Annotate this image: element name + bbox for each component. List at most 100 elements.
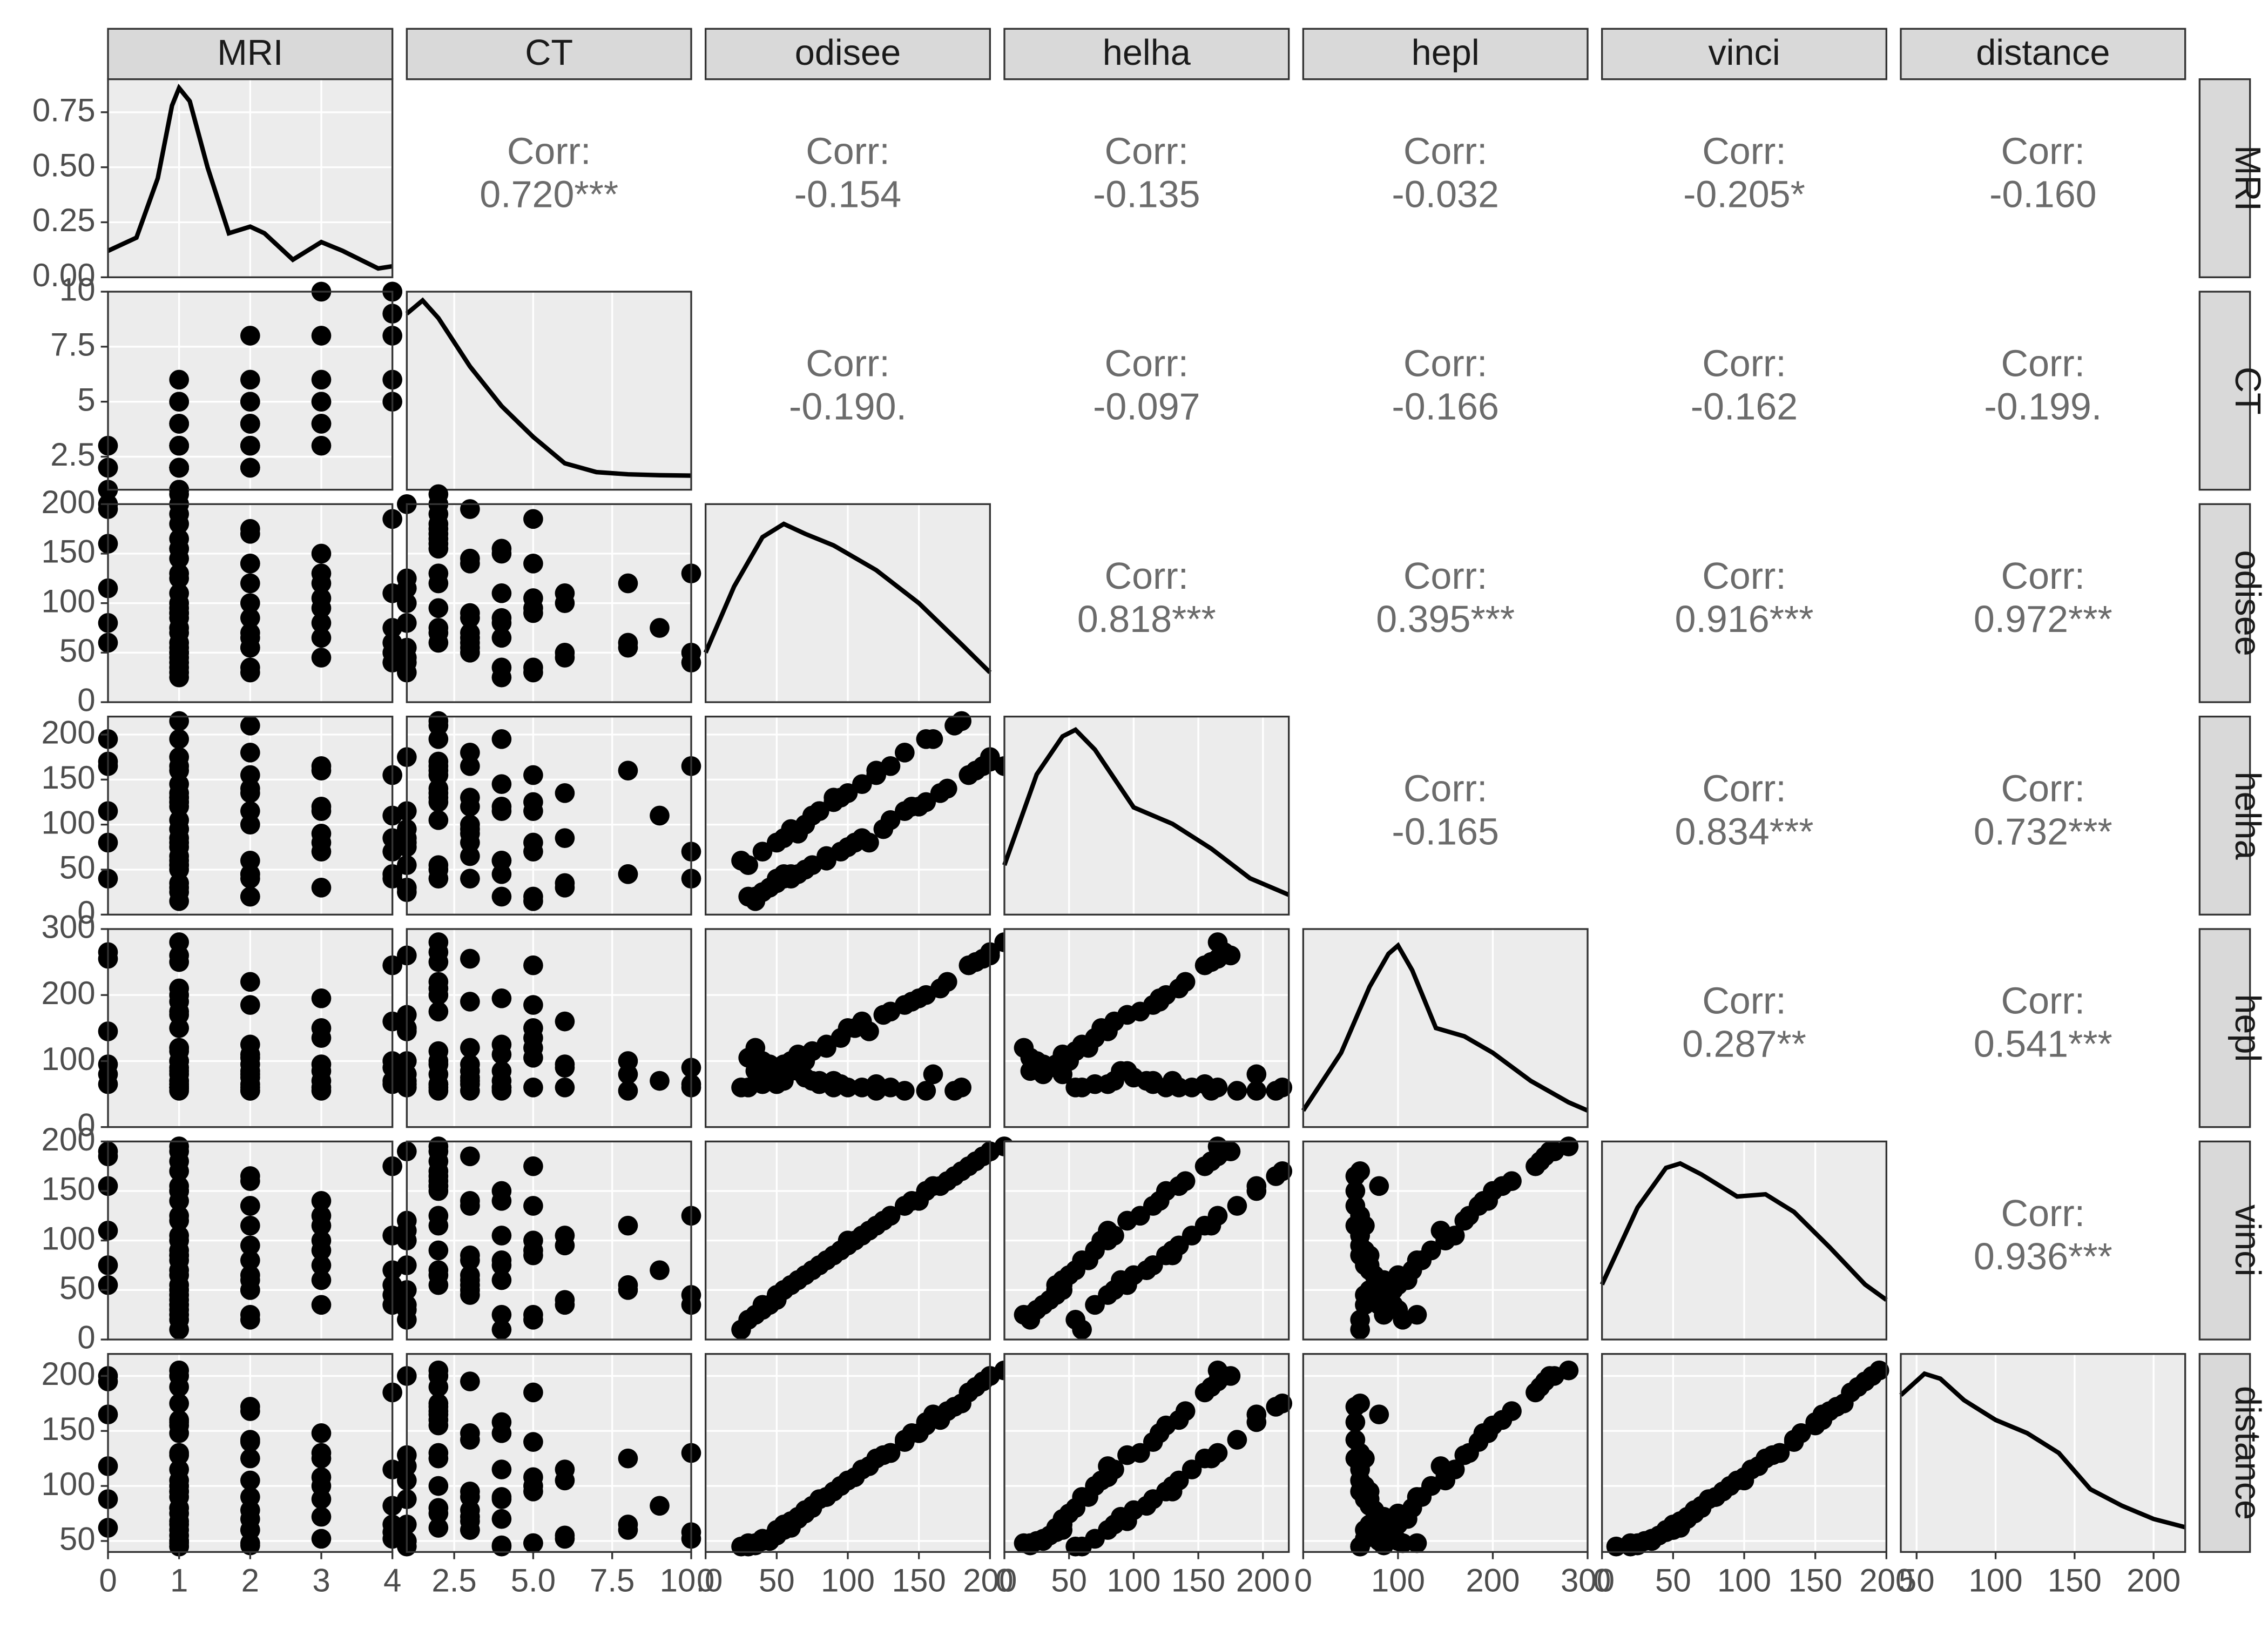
panel-hepl-odisee bbox=[706, 929, 1014, 1127]
svg-text:helha: helha bbox=[2228, 771, 2267, 860]
svg-text:50: 50 bbox=[59, 1270, 96, 1306]
corr-value: 0.720*** bbox=[480, 173, 618, 215]
panel-hepl-vinci: Corr:0.287** bbox=[1682, 980, 1806, 1065]
svg-text:200: 200 bbox=[2127, 1563, 2181, 1599]
svg-text:Corr:: Corr: bbox=[1702, 980, 1786, 1022]
svg-text:50: 50 bbox=[59, 850, 96, 886]
svg-text:vinci: vinci bbox=[1708, 33, 1780, 73]
panel-odisee-hepl: Corr:0.395*** bbox=[1376, 555, 1515, 640]
svg-text:Corr:: Corr: bbox=[1702, 130, 1786, 172]
panel-CT-hepl: Corr:-0.166 bbox=[1392, 342, 1498, 428]
corr-value: 0.972*** bbox=[1974, 598, 2112, 640]
svg-text:100: 100 bbox=[1371, 1563, 1425, 1599]
corr-value: -0.165 bbox=[1392, 810, 1498, 852]
svg-text:100: 100 bbox=[821, 1563, 875, 1599]
panel-helha-odisee bbox=[706, 711, 1014, 915]
svg-text:200: 200 bbox=[42, 484, 96, 520]
panel-hepl-hepl bbox=[1303, 929, 1588, 1127]
svg-text:Corr:: Corr: bbox=[1105, 130, 1189, 172]
panel-distance-distance bbox=[1901, 1354, 2185, 1552]
panel-vinci-MRI bbox=[98, 1136, 402, 1340]
panel-MRI-helha: Corr:-0.135 bbox=[1093, 130, 1200, 215]
svg-text:0: 0 bbox=[77, 1320, 95, 1356]
panel-vinci-hepl bbox=[1303, 1136, 1588, 1340]
svg-text:50: 50 bbox=[759, 1563, 795, 1599]
svg-text:hepl: hepl bbox=[2228, 994, 2267, 1062]
svg-text:Corr:: Corr: bbox=[1105, 555, 1189, 597]
svg-text:Corr:: Corr: bbox=[1702, 767, 1786, 809]
svg-text:50: 50 bbox=[1051, 1563, 1087, 1599]
svg-text:hepl: hepl bbox=[1412, 33, 1480, 73]
corr-value: -0.135 bbox=[1093, 173, 1200, 215]
panel-vinci-CT bbox=[397, 1136, 701, 1340]
corr-value: -0.205* bbox=[1683, 173, 1805, 215]
svg-text:2.5: 2.5 bbox=[431, 1563, 476, 1599]
svg-text:100: 100 bbox=[42, 1466, 96, 1502]
svg-text:0: 0 bbox=[697, 1563, 714, 1599]
svg-text:Corr:: Corr: bbox=[2001, 130, 2085, 172]
panel-MRI-CT: Corr:0.720*** bbox=[480, 130, 618, 215]
svg-text:7.5: 7.5 bbox=[590, 1563, 634, 1599]
svg-text:5.0: 5.0 bbox=[511, 1563, 556, 1599]
svg-text:Corr:: Corr: bbox=[2001, 767, 2085, 809]
svg-text:0.75: 0.75 bbox=[32, 92, 96, 128]
svg-text:Corr:: Corr: bbox=[1403, 130, 1488, 172]
svg-text:odisee: odisee bbox=[795, 33, 901, 73]
svg-text:200: 200 bbox=[42, 975, 96, 1011]
panel-MRI-distance: Corr:-0.160 bbox=[1989, 130, 2096, 215]
panel-MRI-odisee: Corr:-0.154 bbox=[794, 130, 901, 215]
panel-helha-helha bbox=[1004, 717, 1289, 915]
svg-text:150: 150 bbox=[42, 1171, 96, 1207]
svg-text:100: 100 bbox=[42, 583, 96, 619]
svg-text:10: 10 bbox=[59, 272, 96, 308]
svg-text:Corr:: Corr: bbox=[2001, 342, 2085, 385]
svg-text:distance: distance bbox=[1976, 33, 2110, 73]
corr-value: 0.936*** bbox=[1974, 1235, 2112, 1277]
svg-text:0: 0 bbox=[1294, 1563, 1312, 1599]
svg-text:50: 50 bbox=[59, 1521, 96, 1557]
panel-hepl-CT bbox=[397, 929, 701, 1127]
panel-CT-MRI bbox=[98, 282, 402, 500]
svg-text:2: 2 bbox=[241, 1563, 259, 1599]
corr-value: 0.818*** bbox=[1077, 598, 1216, 640]
panel-odisee-helha: Corr:0.818*** bbox=[1077, 555, 1216, 640]
svg-text:Corr:: Corr: bbox=[2001, 555, 2085, 597]
svg-text:CT: CT bbox=[2228, 367, 2267, 415]
corr-value: -0.160 bbox=[1989, 173, 2096, 215]
svg-text:200: 200 bbox=[1236, 1563, 1290, 1599]
corr-value: -0.166 bbox=[1392, 386, 1498, 428]
svg-text:Corr:: Corr: bbox=[1403, 342, 1488, 385]
panel-distance-hepl bbox=[1303, 1354, 1588, 1557]
svg-text:odisee: odisee bbox=[2228, 550, 2267, 656]
panel-hepl-distance: Corr:0.541*** bbox=[1974, 980, 2112, 1065]
svg-text:150: 150 bbox=[1788, 1563, 1842, 1599]
panel-odisee-distance: Corr:0.972*** bbox=[1974, 555, 2112, 640]
svg-text:Corr:: Corr: bbox=[1403, 767, 1488, 809]
svg-text:Corr:: Corr: bbox=[2001, 980, 2085, 1022]
svg-text:0: 0 bbox=[99, 1563, 117, 1599]
panel-helha-distance: Corr:0.732*** bbox=[1974, 767, 2112, 852]
svg-text:50: 50 bbox=[1899, 1563, 1935, 1599]
corr-value: 0.541*** bbox=[1974, 1023, 2112, 1065]
svg-text:Corr:: Corr: bbox=[806, 342, 890, 385]
panel-distance-MRI bbox=[98, 1354, 402, 1557]
svg-text:0.50: 0.50 bbox=[32, 147, 96, 183]
panel-vinci-helha bbox=[1004, 1136, 1292, 1340]
svg-text:300: 300 bbox=[42, 909, 96, 945]
svg-text:0: 0 bbox=[995, 1563, 1013, 1599]
panel-distance-odisee bbox=[706, 1354, 1014, 1557]
panel-distance-vinci bbox=[1602, 1354, 1889, 1557]
corr-value: -0.154 bbox=[794, 173, 901, 215]
svg-text:150: 150 bbox=[42, 534, 96, 570]
pairs-plot: MRICTodiseehelhaheplvincidistanceMRICTod… bbox=[0, 11, 2268, 1631]
panel-hepl-helha bbox=[1004, 929, 1292, 1127]
svg-text:150: 150 bbox=[42, 1411, 96, 1447]
svg-text:Corr:: Corr: bbox=[806, 130, 890, 172]
svg-text:Corr:: Corr: bbox=[2001, 1192, 2085, 1234]
svg-text:Corr:: Corr: bbox=[1105, 342, 1189, 385]
svg-text:1: 1 bbox=[170, 1563, 188, 1599]
panel-CT-helha: Corr:-0.097 bbox=[1093, 342, 1200, 428]
panel-vinci-distance: Corr:0.936*** bbox=[1974, 1192, 2112, 1277]
svg-text:150: 150 bbox=[2048, 1563, 2102, 1599]
panel-distance-CT bbox=[397, 1354, 701, 1557]
